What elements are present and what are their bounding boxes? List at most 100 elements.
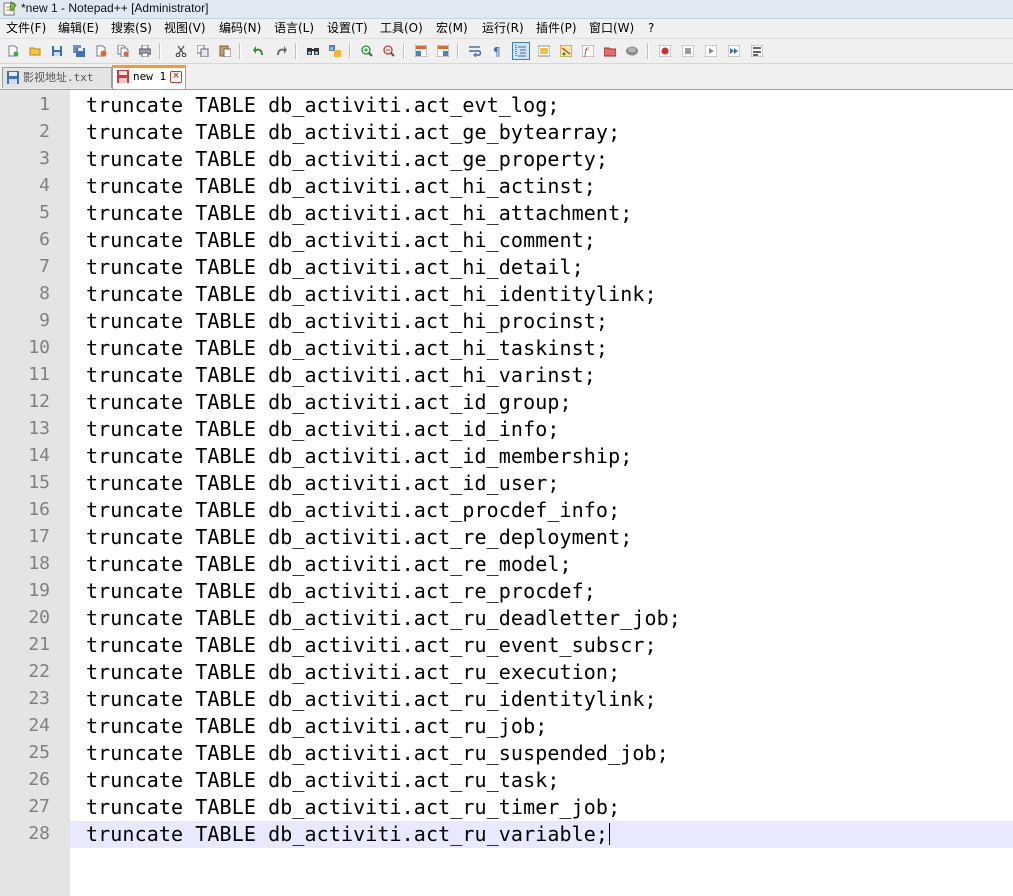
code-line[interactable]: 9 truncate TABLE db_activiti.act_hi_proci… <box>0 308 1013 335</box>
code-line[interactable]: 1 truncate TABLE db_activiti.act_evt_log; <box>0 92 1013 119</box>
code-line[interactable]: 10 truncate TABLE db_activiti.act_hi_task… <box>0 335 1013 362</box>
indent-guide-button[interactable] <box>512 42 530 60</box>
line-text[interactable]: truncate TABLE db_activiti.act_ru_variab… <box>86 823 611 845</box>
user-language-button[interactable] <box>535 42 553 60</box>
open-file-button[interactable] <box>26 42 44 60</box>
tab-close-icon[interactable]: × <box>170 71 182 83</box>
code-line[interactable]: 27 truncate TABLE db_activiti.act_ru_time… <box>0 794 1013 821</box>
sync-vertical-button[interactable] <box>412 42 430 60</box>
code-line[interactable]: 8 truncate TABLE db_activiti.act_hi_ident… <box>0 281 1013 308</box>
line-text[interactable]: truncate TABLE db_activiti.act_hi_taskin… <box>86 337 608 359</box>
line-text[interactable]: truncate TABLE db_activiti.act_ru_event_… <box>86 634 657 656</box>
code-line[interactable]: 26 truncate TABLE db_activiti.act_ru_task… <box>0 767 1013 794</box>
line-text[interactable]: truncate TABLE db_activiti.act_ge_proper… <box>86 148 608 170</box>
new-file-button[interactable] <box>4 42 22 60</box>
copy-button[interactable] <box>194 42 212 60</box>
line-text[interactable]: truncate TABLE db_activiti.act_hi_procin… <box>86 310 608 332</box>
line-text[interactable]: truncate TABLE db_activiti.act_ru_task; <box>86 769 560 791</box>
line-text[interactable]: truncate TABLE db_activiti.act_hi_commen… <box>86 229 596 251</box>
line-text[interactable]: truncate TABLE db_activiti.act_id_group; <box>86 391 572 413</box>
menu-help[interactable]: ? <box>648 21 654 36</box>
line-text[interactable]: truncate TABLE db_activiti.act_evt_log; <box>86 94 560 116</box>
save-macro-button[interactable] <box>748 42 766 60</box>
zoom-out-button[interactable] <box>380 42 398 60</box>
editor[interactable]: 1 truncate TABLE db_activiti.act_evt_log;… <box>0 90 1013 896</box>
code-line[interactable]: 23 truncate TABLE db_activiti.act_ru_iden… <box>0 686 1013 713</box>
line-text[interactable]: truncate TABLE db_activiti.act_procdef_i… <box>86 499 620 521</box>
title-bar[interactable]: *new 1 - Notepad++ [Administrator] <box>0 0 1013 19</box>
menu-view[interactable]: 视图(V) <box>164 21 206 36</box>
menu-search[interactable]: 搜索(S) <box>111 21 152 36</box>
line-text[interactable]: truncate TABLE db_activiti.act_id_user; <box>86 472 560 494</box>
menu-window[interactable]: 窗口(W) <box>589 21 634 36</box>
code-line[interactable]: 13 truncate TABLE db_activiti.act_id_info… <box>0 416 1013 443</box>
cut-button[interactable] <box>172 42 190 60</box>
playback-button[interactable] <box>702 42 720 60</box>
tab-new-1[interactable]: new 1 × <box>112 65 186 89</box>
line-text[interactable]: truncate TABLE db_activiti.act_hi_identi… <box>86 283 657 305</box>
menu-file[interactable]: 文件(F) <box>6 21 46 36</box>
menu-encoding[interactable]: 编码(N) <box>219 21 261 36</box>
function-list-button[interactable]: f <box>579 42 597 60</box>
save-all-button[interactable] <box>70 42 88 60</box>
line-text[interactable]: truncate TABLE db_activiti.act_re_model; <box>86 553 572 575</box>
record-macro-button[interactable] <box>656 42 674 60</box>
menu-macro[interactable]: 宏(M) <box>436 21 468 36</box>
code-line[interactable]: 16 truncate TABLE db_activiti.act_procdef… <box>0 497 1013 524</box>
code-line[interactable]: 4 truncate TABLE db_activiti.act_hi_actin… <box>0 173 1013 200</box>
line-text[interactable]: truncate TABLE db_activiti.act_ru_suspen… <box>86 742 669 764</box>
line-text[interactable]: truncate TABLE db_activiti.act_ru_job; <box>86 715 547 737</box>
line-text[interactable]: truncate TABLE db_activiti.act_ru_execut… <box>86 661 620 683</box>
code-line[interactable]: 3 truncate TABLE db_activiti.act_ge_prope… <box>0 146 1013 173</box>
word-wrap-button[interactable] <box>466 42 484 60</box>
print-button[interactable] <box>136 42 154 60</box>
zoom-in-button[interactable] <box>358 42 376 60</box>
line-text[interactable]: truncate TABLE db_activiti.act_id_info; <box>86 418 560 440</box>
paste-button[interactable] <box>216 42 234 60</box>
code-line[interactable]: 19 truncate TABLE db_activiti.act_re_proc… <box>0 578 1013 605</box>
menu-settings[interactable]: 设置(T) <box>327 21 368 36</box>
line-text[interactable]: truncate TABLE db_activiti.act_re_deploy… <box>86 526 632 548</box>
line-text[interactable]: truncate TABLE db_activiti.act_ge_bytear… <box>86 121 620 143</box>
line-text[interactable]: truncate TABLE db_activiti.act_hi_actins… <box>86 175 596 197</box>
close-all-button[interactable] <box>114 42 132 60</box>
find-button[interactable] <box>304 42 322 60</box>
code-line[interactable]: 21 truncate TABLE db_activiti.act_ru_even… <box>0 632 1013 659</box>
code-line[interactable]: 22 truncate TABLE db_activiti.act_ru_exec… <box>0 659 1013 686</box>
code-line[interactable]: 6 truncate TABLE db_activiti.act_hi_comme… <box>0 227 1013 254</box>
line-text[interactable]: truncate TABLE db_activiti.act_hi_varins… <box>86 364 596 386</box>
redo-button[interactable] <box>272 42 290 60</box>
line-text[interactable]: truncate TABLE db_activiti.act_hi_attach… <box>86 202 632 224</box>
code-line[interactable]: 25 truncate TABLE db_activiti.act_ru_susp… <box>0 740 1013 767</box>
folder-as-workspace-button[interactable] <box>601 42 619 60</box>
code-line[interactable]: 17 truncate TABLE db_activiti.act_re_depl… <box>0 524 1013 551</box>
editor-lines[interactable]: 1 truncate TABLE db_activiti.act_evt_log;… <box>0 92 1013 848</box>
save-button[interactable] <box>48 42 66 60</box>
code-line[interactable]: 2 truncate TABLE db_activiti.act_ge_bytea… <box>0 119 1013 146</box>
code-line[interactable]: 18 truncate TABLE db_activiti.act_re_mode… <box>0 551 1013 578</box>
stop-record-button[interactable] <box>679 42 697 60</box>
menu-plugins[interactable]: 插件(P) <box>536 21 577 36</box>
menu-edit[interactable]: 编辑(E) <box>58 21 99 36</box>
code-line[interactable]: 11 truncate TABLE db_activiti.act_hi_vari… <box>0 362 1013 389</box>
menu-tools[interactable]: 工具(O) <box>380 21 423 36</box>
code-line[interactable]: 5 truncate TABLE db_activiti.act_hi_attac… <box>0 200 1013 227</box>
code-line[interactable]: 12 truncate TABLE db_activiti.act_id_grou… <box>0 389 1013 416</box>
line-text[interactable]: truncate TABLE db_activiti.act_ru_timer_… <box>86 796 620 818</box>
code-line[interactable]: 28 truncate TABLE db_activiti.act_ru_vari… <box>0 821 1013 848</box>
close-button[interactable] <box>92 42 110 60</box>
menu-language[interactable]: 语言(L) <box>274 21 314 36</box>
code-line[interactable]: 15 truncate TABLE db_activiti.act_id_user… <box>0 470 1013 497</box>
line-text[interactable]: truncate TABLE db_activiti.act_id_member… <box>86 445 632 467</box>
line-text[interactable]: truncate TABLE db_activiti.act_ru_identi… <box>86 688 657 710</box>
code-line[interactable]: 20 truncate TABLE db_activiti.act_ru_dead… <box>0 605 1013 632</box>
line-text[interactable]: truncate TABLE db_activiti.act_hi_detail… <box>86 256 584 278</box>
show-all-chars-button[interactable]: ¶ <box>488 42 506 60</box>
doc-map-button[interactable] <box>557 42 575 60</box>
tab-file-txt[interactable]: 影视地址.txt <box>2 67 112 88</box>
run-macro-multiple-button[interactable] <box>725 42 743 60</box>
code-line[interactable]: 14 truncate TABLE db_activiti.act_id_memb… <box>0 443 1013 470</box>
line-text[interactable]: truncate TABLE db_activiti.act_ru_deadle… <box>86 607 681 629</box>
code-line[interactable]: 7 truncate TABLE db_activiti.act_hi_detai… <box>0 254 1013 281</box>
menu-run[interactable]: 运行(R) <box>482 21 524 36</box>
